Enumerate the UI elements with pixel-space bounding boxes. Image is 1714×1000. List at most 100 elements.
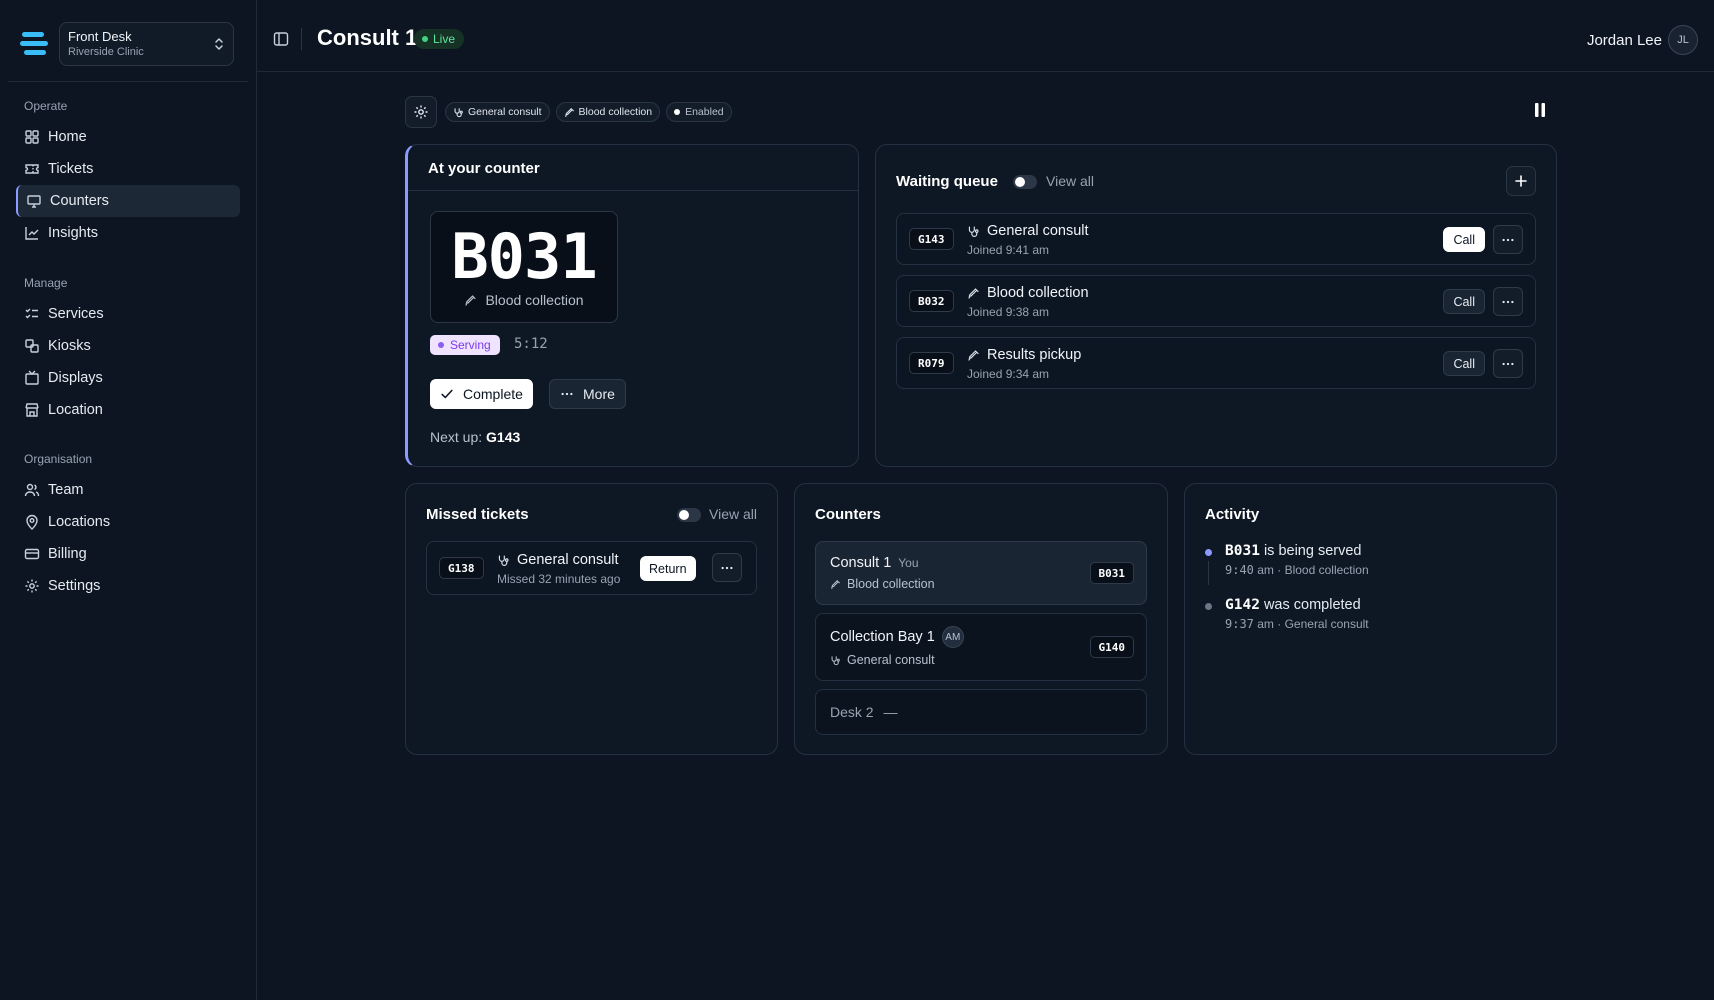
queue-view-all-toggle[interactable] [1013,175,1037,189]
ellipsis-icon [721,566,733,569]
card-divider [408,190,858,191]
row-menu-button[interactable] [1493,225,1523,254]
row-menu-button[interactable] [1493,287,1523,316]
syringe-icon [968,349,979,361]
activity-dot-icon [1205,549,1212,556]
sidebar-item-label: Settings [48,578,101,594]
counter-service: General consult [830,653,935,667]
nav-group-organisation: Organisation Team Locations Billing Sett… [16,450,240,602]
counter-empty: — [883,704,898,720]
counter-row[interactable]: Collection Bay 1 AM General consult G140 [815,613,1147,681]
stethoscope-icon [454,107,463,117]
enabled-dot-icon [674,109,681,115]
joined-time: Joined 9:38 am [967,305,1050,319]
credit-card-icon [24,548,40,560]
complete-label: Complete [463,386,523,402]
chip-label: Blood collection [578,106,653,118]
users-icon [24,483,40,497]
counter-you-tag: You [898,556,919,570]
sidebar-divider [8,81,248,82]
row-menu-button[interactable] [1493,349,1523,378]
row-menu-button[interactable] [712,553,742,582]
call-button[interactable]: Call [1443,289,1485,314]
call-button[interactable]: Call [1443,351,1485,376]
add-ticket-button[interactable] [1506,166,1536,196]
counters-card: Counters Consult 1 You Blood collection … [794,483,1168,755]
missed-row[interactable]: G138 General consult Missed 32 minutes a… [426,541,757,595]
complete-button[interactable]: Complete [430,379,533,409]
queue-row[interactable]: B032 Blood collection Joined 9:38 am Cal… [896,275,1536,327]
logo-icon [20,32,48,55]
avatar[interactable]: JL [1668,25,1698,55]
activity-code: B031 [1225,543,1260,559]
ellipsis-icon [1502,300,1514,303]
card-title: Missed tickets [426,506,529,523]
queue-row[interactable]: R079 Results pickup Joined 9:34 am Call [896,337,1536,389]
map-pin-icon [26,514,38,530]
chip-label: General consult [468,106,542,118]
enabled-chip[interactable]: Enabled [666,102,732,122]
current-ticket-code: B031 [451,220,597,293]
page-title: Consult 1 [317,25,418,50]
return-button[interactable]: Return [640,556,696,581]
service-label: Blood collection [987,285,1089,301]
check-icon [441,389,453,399]
sidebar-item-settings[interactable]: Settings [16,570,240,602]
activity-suffix: am · General consult [1257,617,1369,631]
user-name[interactable]: Jordan Lee [1587,32,1662,49]
service-label: General consult [517,552,619,568]
service-label: Results pickup [987,347,1082,363]
counter-name-row: Collection Bay 1 AM [830,626,964,648]
queue-service: General consult [967,223,1089,239]
header-divider [301,28,302,50]
current-ticket-service: Blood collection [431,292,617,308]
missed-time: Missed 32 minutes ago [497,572,621,586]
sidebar-item-billing[interactable]: Billing [16,538,240,570]
gear-icon [414,105,428,119]
org-name: Front Desk [68,29,132,44]
counter-settings-button[interactable] [405,96,437,128]
live-dot-icon [422,36,428,42]
next-up: Next up: G143 [430,429,520,445]
activity-card: Activity B031 is being served 9:40 am · … [1184,483,1557,755]
avatar: AM [941,626,964,648]
sidebar-item-insights[interactable]: Insights [16,217,240,249]
waiting-queue-card: Waiting queue View all G143 General cons… [875,144,1557,467]
sidebar-item-locations[interactable]: Locations [16,506,240,538]
sidebar-item-counters[interactable]: Counters [16,185,240,217]
nav-heading: Organisation [24,452,93,466]
sidebar-item-label: Locations [48,514,111,530]
activity-title: B031 is being served [1225,543,1361,559]
sidebar-item-kiosks[interactable]: Kiosks [16,330,240,362]
service-chip-general-consult[interactable]: General consult [445,102,550,122]
card-title: Counters [815,506,881,523]
missed-view-all-toggle[interactable] [677,508,701,522]
counter-row[interactable]: Desk 2 — [815,689,1147,735]
nav-group-manage: Manage Services Kiosks Displays Location [16,274,240,426]
activity-text: was completed [1263,597,1361,613]
sidebar-item-team[interactable]: Team [16,474,240,506]
sidebar-item-displays[interactable]: Displays [16,362,240,394]
sidebar-item-services[interactable]: Services [16,298,240,330]
syringe-icon [465,294,477,306]
sidebar-item-home[interactable]: Home [16,121,240,153]
status-text: Live [433,32,456,46]
service-chip-blood-collection[interactable]: Blood collection [555,102,661,122]
sidebar-item-tickets[interactable]: Tickets [16,153,240,185]
service-label: Blood collection [485,292,584,308]
gear-icon [25,579,39,593]
queue-row[interactable]: G143 General consult Joined 9:41 am Call [896,213,1536,265]
org-switcher[interactable]: Front Desk Riverside Clinic [59,22,234,66]
org-location: Riverside Clinic [68,46,144,58]
joined-time: Joined 9:41 am [967,243,1050,257]
more-button[interactable]: More [549,379,626,409]
syringe-icon [968,287,979,299]
sidebar-toggle-icon[interactable] [273,31,289,47]
counter-row[interactable]: Consult 1 You Blood collection B031 [815,541,1147,605]
pause-icon[interactable] [1533,102,1547,118]
sidebar-item-location[interactable]: Location [16,394,240,426]
sidebar-item-label: Billing [48,546,87,562]
sidebar-item-label: Counters [50,193,109,209]
counter-name-row: Consult 1 You [830,555,919,571]
call-button[interactable]: Call [1443,227,1485,252]
